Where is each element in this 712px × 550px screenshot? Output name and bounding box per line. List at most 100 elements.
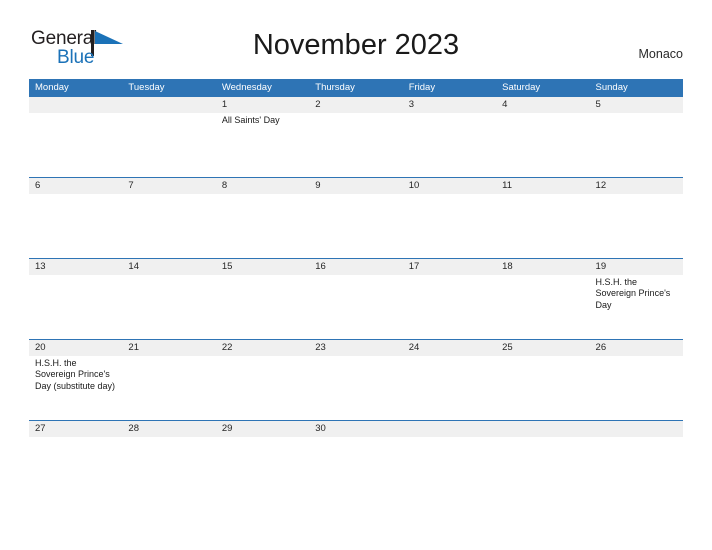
calendar-day-cell[interactable]: 15	[215, 259, 310, 339]
weekday-header-friday: Friday	[408, 82, 436, 93]
day-number-band	[496, 421, 590, 437]
calendar-day-cell[interactable]: 19 H.S.H. the Sovereign Prince's Day	[589, 259, 683, 339]
day-number-band	[402, 421, 497, 437]
calendar-day-cell[interactable]: 11	[496, 178, 590, 258]
calendar-week-row: 6 7 8 9 10 11 12	[29, 177, 683, 258]
calendar-week-row: 27 28 29 30	[29, 420, 683, 441]
day-number-band: 12	[589, 178, 683, 194]
day-number: 27	[35, 423, 46, 434]
calendar-day-cell[interactable]: 22	[215, 340, 310, 420]
calendar-day-cell[interactable]: 17	[402, 259, 497, 339]
day-number: 9	[315, 180, 321, 191]
day-number: 24	[408, 342, 420, 353]
calendar-day-cell[interactable]: 28	[122, 421, 216, 441]
calendar-weeks: 1 All Saints' Day 2 3 4 5 6 7 8 9 10 11 12 13 14 15 16 17…	[29, 96, 683, 441]
day-number: 16	[315, 261, 326, 272]
calendar-day-cell[interactable]: 30	[309, 421, 403, 441]
calendar-day-cell[interactable]: 2	[309, 97, 403, 177]
calendar-day-cell[interactable]: 5	[589, 97, 683, 177]
calendar-day-cell-empty	[589, 421, 683, 441]
day-number: 5	[595, 99, 601, 110]
day-number: 10	[408, 180, 420, 191]
day-number: 30	[315, 423, 326, 434]
day-number: 15	[221, 261, 233, 272]
day-number: 20	[35, 342, 46, 353]
day-number: 26	[595, 342, 607, 353]
calendar-day-cell[interactable]: 26	[589, 340, 683, 420]
day-number-band: 25	[496, 340, 590, 356]
calendar-grid: Monday Tuesday Wednesday Thursday Friday Satu…	[29, 79, 683, 441]
day-number-band: 26	[589, 340, 683, 356]
weekday-header-wednesday: Wednesday	[221, 82, 272, 93]
day-number: 25	[502, 342, 513, 353]
day-number: 8	[221, 180, 228, 191]
calendar-day-cell[interactable]: 21	[122, 340, 216, 420]
day-number-band: 15	[215, 259, 310, 275]
calendar-day-cell[interactable]: 25	[496, 340, 590, 420]
day-number: 29	[221, 423, 233, 434]
calendar-day-cell[interactable]: 29	[215, 421, 310, 441]
day-number-band: 28	[122, 421, 216, 437]
day-number: 3	[408, 99, 414, 110]
calendar-day-cell-empty	[496, 421, 590, 441]
weekday-header-monday: Monday	[35, 82, 69, 93]
calendar-day-cell[interactable]: 7	[122, 178, 216, 258]
weekday-header-thursday: Thursday	[315, 82, 355, 93]
calendar-day-cell-empty	[29, 97, 123, 177]
day-number-band: 7	[122, 178, 216, 194]
weekday-header-saturday: Saturday	[502, 82, 541, 93]
day-number: 11	[502, 180, 512, 191]
weekday-header-sunday: Sunday	[595, 82, 628, 93]
country-label: Monaco	[638, 47, 683, 61]
page-title: November 2023	[252, 29, 460, 61]
day-number: 21	[128, 342, 139, 353]
calendar-day-cell[interactable]: 9	[309, 178, 403, 258]
day-number-band: 16	[309, 259, 403, 275]
weekday-header-tuesday: Tuesday	[128, 82, 165, 93]
day-number-band: 29	[215, 421, 310, 437]
day-number-band: 4	[496, 97, 590, 113]
day-number: 19	[595, 261, 607, 272]
day-number-band	[122, 97, 216, 113]
calendar-day-cell[interactable]: 1 All Saints' Day	[215, 97, 310, 177]
calendar-day-cell[interactable]: 6	[29, 178, 123, 258]
calendar-day-cell[interactable]: 23	[309, 340, 403, 420]
day-number: 23	[315, 342, 326, 353]
day-number-band: 1	[215, 97, 310, 113]
day-number-band: 9	[309, 178, 403, 194]
calendar-day-cell[interactable]: 8	[215, 178, 310, 258]
day-number: 22	[221, 342, 233, 353]
day-number: 4	[502, 99, 508, 110]
calendar-week-row: 13 14 15 16 17 18 19 H.S.H. the Sovereign Princ…	[29, 258, 683, 339]
day-number-band: 3	[402, 97, 497, 113]
day-number-band	[29, 97, 123, 113]
calendar-day-cell[interactable]: 16	[309, 259, 403, 339]
day-number-band	[589, 421, 683, 437]
calendar-day-cell[interactable]: 24	[402, 340, 497, 420]
day-number-band: 30	[309, 421, 403, 437]
calendar-day-cell-empty	[402, 421, 497, 441]
day-number-band: 11	[496, 178, 590, 194]
day-number-band: 19	[589, 259, 683, 275]
day-number: 28	[128, 423, 139, 434]
calendar-day-cell[interactable]: 10	[402, 178, 497, 258]
calendar-day-cell[interactable]: 13	[29, 259, 123, 339]
calendar-day-cell[interactable]: 12	[589, 178, 683, 258]
day-number: 17	[408, 261, 420, 272]
calendar-day-cell[interactable]: 18	[496, 259, 590, 339]
holiday-event-label: H.S.H. the Sovereign Prince's Day (subst…	[35, 358, 116, 391]
day-number-band: 27	[29, 421, 123, 437]
day-number: 13	[35, 261, 46, 272]
day-number: 1	[221, 99, 228, 110]
calendar-day-cell[interactable]: 14	[122, 259, 216, 339]
calendar-week-row: 20 H.S.H. the Sovereign Prince's Day (sub…	[29, 339, 683, 420]
day-number-band: 18	[496, 259, 590, 275]
calendar-day-cell[interactable]: 4	[496, 97, 590, 177]
day-number-band: 17	[402, 259, 497, 275]
calendar-week-row: 1 All Saints' Day 2 3 4 5	[29, 96, 683, 177]
calendar-day-cell[interactable]: 20 H.S.H. the Sovereign Prince's Day (sub…	[29, 340, 123, 420]
calendar-day-cell[interactable]: 3	[402, 97, 497, 177]
calendar-day-cell[interactable]: 27	[29, 421, 123, 441]
day-number-band: 6	[29, 178, 123, 194]
day-number: 14	[128, 261, 139, 272]
